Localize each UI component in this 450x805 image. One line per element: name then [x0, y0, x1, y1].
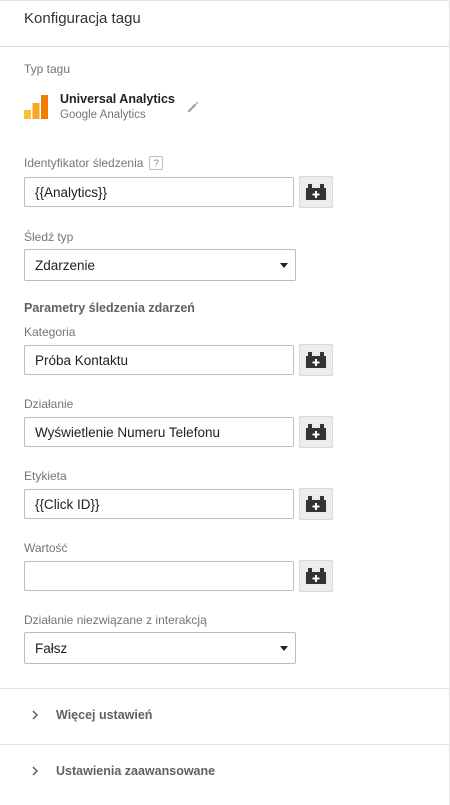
tracking-id-value: {{Analytics}}: [35, 185, 108, 200]
tracking-id-input[interactable]: {{Analytics}}: [24, 177, 294, 207]
dropdown-arrow-icon: [280, 646, 288, 651]
action-label: Działanie: [24, 397, 74, 411]
track-type-selected: Zdarzenie: [35, 258, 96, 273]
pencil-icon[interactable]: [186, 100, 200, 114]
advanced-settings-expander[interactable]: Ustawienia zaawansowane: [0, 751, 450, 791]
category-label: Kategoria: [24, 325, 76, 339]
value-input[interactable]: [24, 561, 294, 591]
more-settings-label: Więcej ustawień: [56, 708, 153, 722]
category-value: Próba Kontaktu: [35, 353, 129, 368]
value-label: Wartość: [24, 541, 68, 555]
tracking-id-label-text: Identyfikator śledzenia: [24, 156, 144, 170]
tag-type-subtitle: Google Analytics: [60, 109, 146, 121]
variable-picker-button[interactable]: [299, 176, 333, 208]
variable-brick-icon: [306, 352, 326, 368]
non-interaction-label: Działanie niezwiązane z interakcją: [24, 613, 207, 627]
event-label-label: Etykieta: [24, 469, 67, 483]
variable-brick-icon: [306, 184, 326, 200]
variable-picker-button[interactable]: [299, 488, 333, 520]
variable-picker-button[interactable]: [299, 344, 333, 376]
divider: [0, 744, 450, 745]
dropdown-arrow-icon: [280, 263, 288, 268]
page-title: Konfiguracja tagu: [24, 10, 141, 27]
action-value: Wyświetlenie Numeru Telefonu: [35, 425, 220, 440]
track-type-label: Śledź typ: [24, 230, 74, 244]
variable-brick-icon: [306, 424, 326, 440]
help-icon[interactable]: ?: [149, 156, 164, 170]
divider: [0, 688, 450, 689]
tracking-id-label: Identyfikator śledzenia?: [24, 156, 164, 170]
event-params-title: Parametry śledzenia zdarzeń: [24, 301, 195, 315]
advanced-settings-label: Ustawienia zaawansowane: [56, 764, 216, 778]
non-interaction-selected: Fałsz: [35, 641, 68, 656]
chevron-right-icon: [32, 710, 39, 720]
category-input[interactable]: Próba Kontaktu: [24, 345, 294, 375]
variable-picker-button[interactable]: [299, 560, 333, 592]
header: Konfiguracja tagu: [0, 0, 450, 47]
track-type-select[interactable]: Zdarzenie: [24, 249, 296, 281]
event-label-value: {{Click ID}}: [35, 497, 100, 512]
google-analytics-bars-icon: [24, 95, 48, 119]
action-input[interactable]: Wyświetlenie Numeru Telefonu: [24, 417, 294, 447]
variable-picker-button[interactable]: [299, 416, 333, 448]
non-interaction-select[interactable]: Fałsz: [24, 632, 296, 664]
tag-type-label: Typ tagu: [24, 62, 71, 76]
variable-brick-icon: [306, 568, 326, 584]
tag-type-name: Universal Analytics: [60, 92, 175, 106]
event-label-input[interactable]: {{Click ID}}: [24, 489, 294, 519]
more-settings-expander[interactable]: Więcej ustawień: [0, 695, 450, 735]
chevron-right-icon: [32, 766, 39, 776]
variable-brick-icon: [306, 496, 326, 512]
